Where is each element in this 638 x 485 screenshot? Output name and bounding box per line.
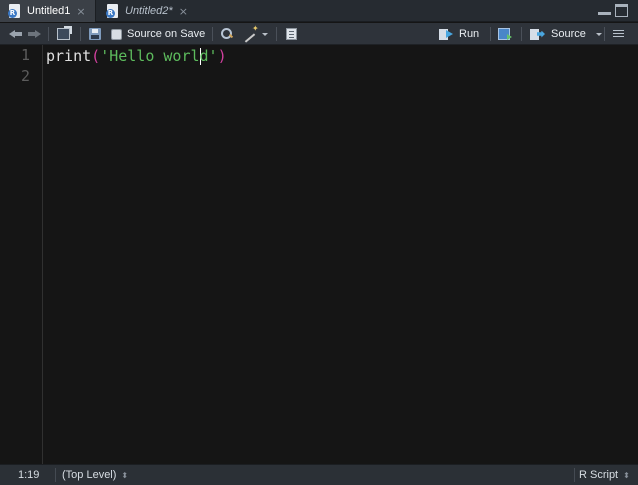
toolbar-separator	[490, 27, 491, 41]
status-separator	[574, 468, 575, 482]
source-on-save-checkbox[interactable]	[111, 28, 122, 40]
open-paren: (	[91, 47, 101, 65]
line-number: 2	[20, 67, 30, 85]
notebook-icon	[286, 28, 297, 40]
r-file-icon: R	[106, 4, 120, 18]
code-tools-button[interactable]	[243, 23, 268, 45]
source-icon	[530, 28, 546, 40]
r-file-icon: R	[8, 4, 22, 18]
toolbar-separator	[276, 27, 277, 41]
line-number: 1	[20, 46, 30, 64]
close-tab-icon[interactable]: ×	[76, 5, 85, 18]
tab-label: Untitled1	[27, 5, 71, 17]
chevron-down-icon	[262, 32, 268, 36]
minimize-pane-icon[interactable]	[598, 4, 611, 15]
save-icon	[89, 28, 101, 40]
chevron-down-icon[interactable]	[595, 32, 602, 36]
code-editor[interactable]: 1 2 print('Hello world')	[0, 45, 638, 464]
run-icon	[439, 28, 454, 40]
pane-window-controls	[598, 4, 628, 17]
scope-selector[interactable]: (Top Level) ⬍	[62, 465, 128, 485]
tab-untitled1[interactable]: R Untitled1 ×	[0, 0, 96, 22]
run-label: Run	[459, 28, 480, 40]
toolbar-separator	[212, 27, 213, 41]
find-replace-button[interactable]	[221, 23, 233, 45]
source-on-save-label: Source on Save	[127, 28, 206, 40]
show-in-new-window-button[interactable]	[57, 23, 72, 45]
back-arrow-icon	[9, 28, 23, 40]
compile-report-button[interactable]	[286, 23, 297, 45]
source-on-save-toggle[interactable]: Source on Save	[111, 23, 205, 45]
file-type-label: R Script	[579, 469, 619, 481]
function-name: print	[46, 47, 92, 65]
toolbar-separator	[80, 27, 81, 41]
back-button[interactable]	[9, 23, 23, 45]
source-button[interactable]: Source	[530, 23, 602, 45]
cursor-position: 1:19	[18, 469, 40, 481]
rerun-icon	[498, 28, 513, 40]
search-icon	[221, 28, 233, 40]
string-literal-end: d'	[199, 47, 218, 65]
editor-tab-bar: R Untitled1 × R Untitled2* ×	[0, 0, 638, 22]
document-outline-button[interactable]	[613, 23, 624, 45]
close-paren: )	[217, 47, 227, 65]
magic-wand-icon	[243, 24, 259, 41]
string-literal: 'Hello worl	[100, 47, 200, 65]
file-type-selector[interactable]: R Script ⬍	[579, 465, 630, 485]
tab-label: Untitled2*	[125, 5, 173, 17]
forward-button[interactable]	[27, 23, 41, 45]
tab-untitled2[interactable]: R Untitled2* ×	[98, 0, 196, 22]
status-bar: 1:19 (Top Level) ⬍ R Script ⬍	[0, 464, 638, 485]
updown-chevron-icon: ⬍	[121, 470, 129, 480]
toolbar-separator	[48, 27, 49, 41]
line-number-gutter: 1 2	[0, 45, 43, 464]
popout-icon	[57, 26, 72, 40]
run-button[interactable]: Run	[439, 23, 479, 45]
outline-icon	[613, 29, 624, 39]
forward-arrow-icon	[27, 28, 41, 40]
save-button[interactable]	[89, 23, 101, 45]
code-line[interactable]: print('Hello world')	[46, 46, 227, 67]
rerun-button[interactable]	[498, 23, 513, 45]
status-separator	[55, 468, 56, 482]
close-tab-icon[interactable]: ×	[179, 5, 188, 18]
updown-chevron-icon: ⬍	[623, 470, 630, 480]
maximize-pane-icon[interactable]	[615, 4, 628, 17]
source-label: Source	[551, 28, 586, 40]
toolbar-separator	[521, 27, 522, 41]
toolbar-separator	[604, 27, 605, 41]
editor-toolbar: Source on Save Run Source	[0, 23, 638, 45]
scope-label: (Top Level)	[62, 469, 117, 481]
